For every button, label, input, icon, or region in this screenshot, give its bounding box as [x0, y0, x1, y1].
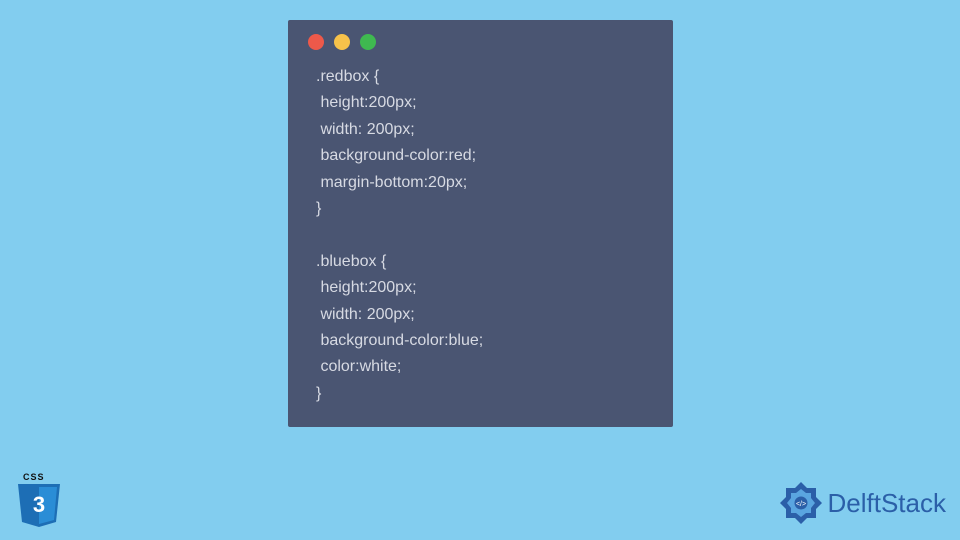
maximize-icon — [360, 34, 376, 50]
css3-badge-icon: CSS 3 — [14, 470, 64, 528]
css-badge-label: CSS — [23, 472, 45, 482]
traffic-lights — [306, 34, 655, 50]
minimize-icon — [334, 34, 350, 50]
code-window: .redbox { height:200px; width: 200px; ba… — [288, 20, 673, 427]
brand-emblem-icon: </> — [778, 480, 824, 526]
code-block: .redbox { height:200px; width: 200px; ba… — [306, 64, 655, 407]
brand-name: DelftStack — [828, 488, 947, 519]
brand-logo: </> DelftStack — [778, 480, 947, 526]
css-badge-number: 3 — [33, 492, 45, 517]
svg-text:</>: </> — [795, 501, 805, 508]
close-icon — [308, 34, 324, 50]
